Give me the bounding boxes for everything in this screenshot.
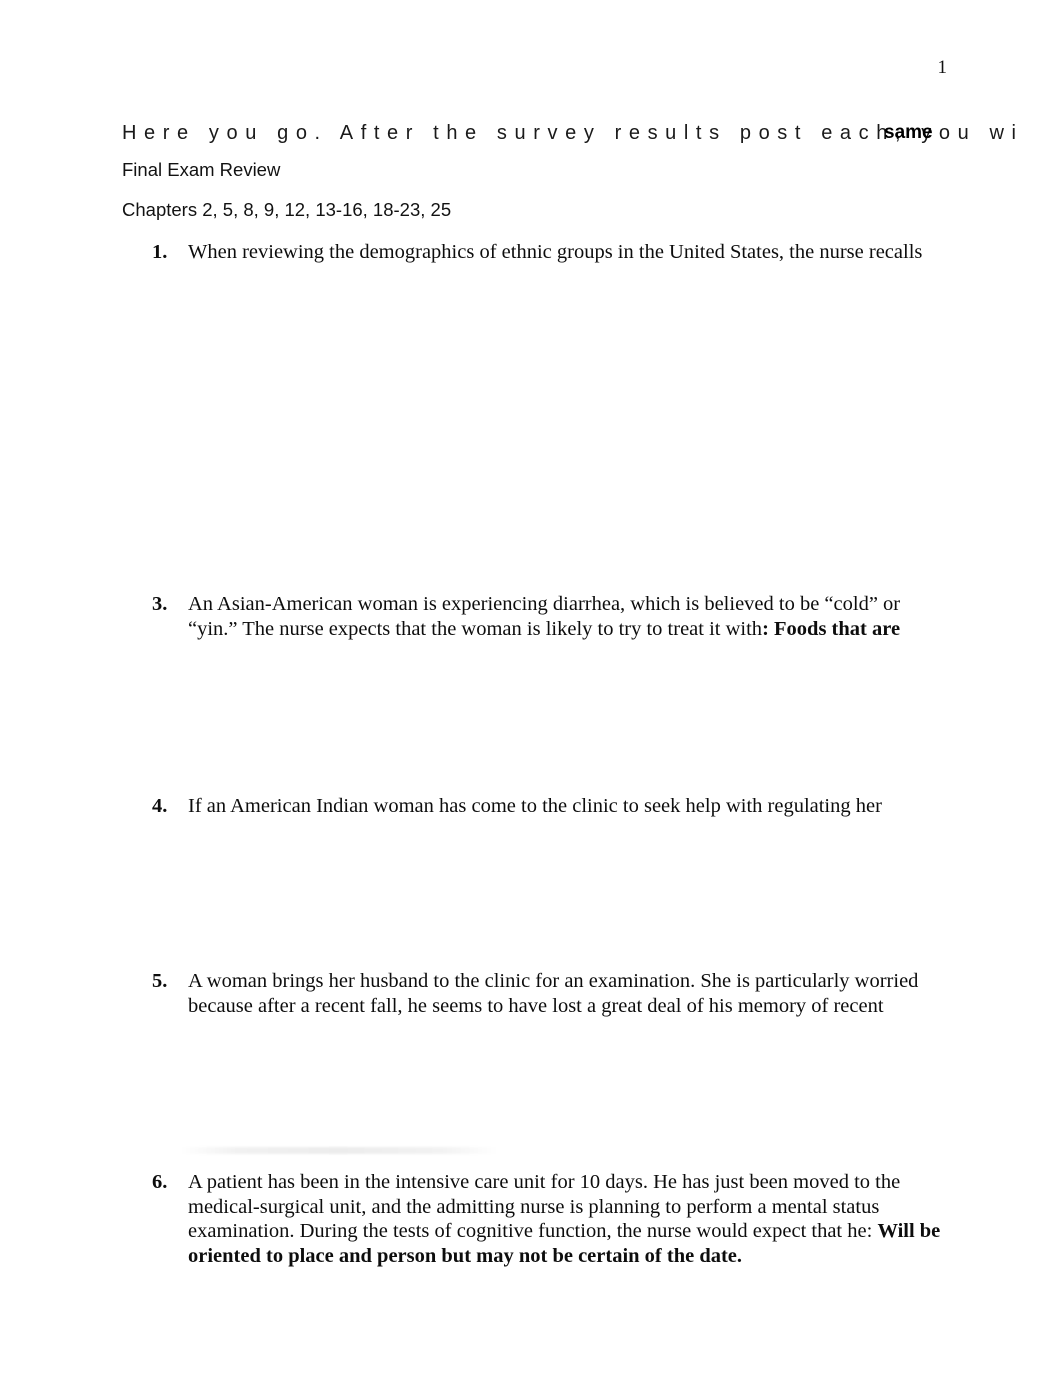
question-number: 1.	[152, 241, 168, 263]
question-text: A woman brings her husband to the clinic…	[188, 970, 919, 1017]
document-page: 1 Here you go. After the survey results …	[0, 0, 1062, 1377]
question-number: 5.	[152, 970, 168, 992]
overlapping-header-line: Here you go. After the survey results po…	[122, 122, 1062, 152]
question-body: An Asian-American woman is experiencing …	[188, 592, 952, 641]
question-item: 5. A woman brings her husband to the cli…	[152, 969, 952, 1018]
question-item: 3. An Asian-American woman is experienci…	[152, 592, 952, 641]
question-body: A patient has been in the intensive care…	[188, 1170, 952, 1268]
question-number: 3.	[152, 593, 168, 615]
question-body: A woman brings her husband to the clinic…	[188, 969, 952, 1018]
question-number: 6.	[152, 1171, 168, 1193]
question-item: 6. A patient has been in the intensive c…	[152, 1170, 952, 1268]
page-number: 1	[937, 57, 948, 78]
question-item: 1. When reviewing the demographics of et…	[152, 240, 952, 265]
question-text: If an American Indian woman has come to …	[188, 795, 882, 817]
question-body: If an American Indian woman has come to …	[188, 794, 952, 819]
document-title: Final Exam Review	[122, 159, 281, 180]
question-number: 4.	[152, 795, 168, 817]
question-text: A patient has been in the intensive care…	[188, 1171, 901, 1242]
scan-shadow-artifact	[180, 1147, 498, 1154]
question-item: 4. If an American Indian woman has come …	[152, 794, 952, 819]
question-body: When reviewing the demographics of ethni…	[188, 240, 952, 265]
document-chapters: Chapters 2, 5, 8, 9, 12, 13-16, 18-23, 2…	[122, 199, 452, 220]
question-text: When reviewing the demographics of ethni…	[188, 241, 923, 263]
header-overlapping-text: same	[884, 122, 933, 143]
question-bold-answer: : Foods that are	[762, 617, 901, 640]
